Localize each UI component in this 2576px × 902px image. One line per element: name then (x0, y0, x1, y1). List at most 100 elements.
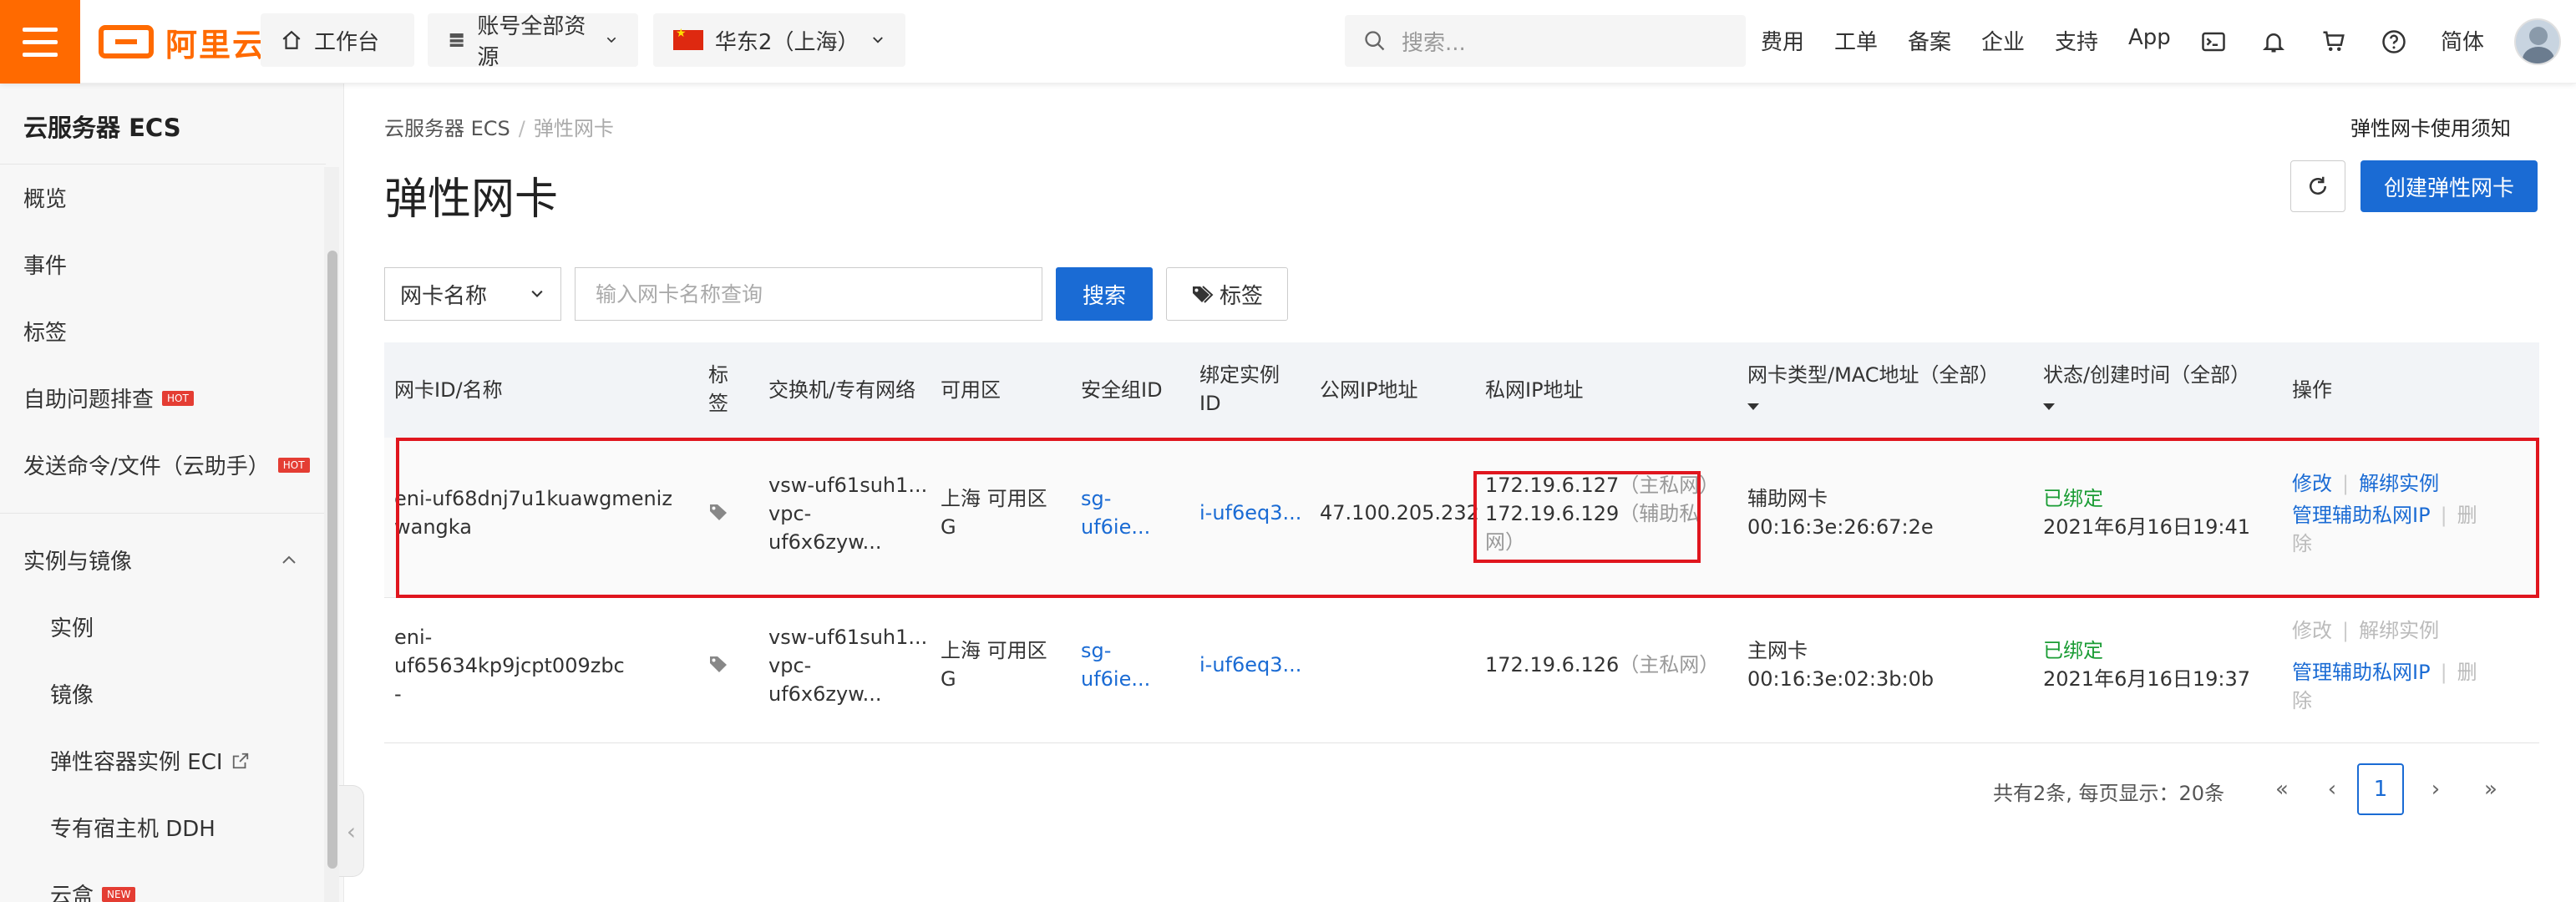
first-page-icon[interactable]: « (2259, 763, 2305, 815)
sidebar-item-events[interactable]: 事件 (23, 249, 67, 280)
page-number-current[interactable]: 1 (2357, 763, 2404, 815)
manage-secondary-ip-action[interactable]: 管理辅助私网IP (2292, 661, 2431, 684)
aliyun-logo[interactable]: 阿里云 (99, 18, 266, 65)
tag-icon[interactable] (708, 653, 728, 682)
next-page-icon[interactable]: › (2412, 763, 2459, 815)
page-title: 弹性网卡 (384, 175, 559, 225)
create-eni-button[interactable]: 创建弹性网卡 (2360, 160, 2538, 212)
status-badge: 已绑定 (2043, 639, 2103, 662)
refresh-button[interactable] (2290, 160, 2345, 212)
vpc-id: vpc- (768, 654, 812, 677)
eni-usage-notice-link[interactable]: 弹性网卡使用须知 (2350, 112, 2511, 141)
sidebar-item-ddh[interactable]: 专有宿主机 DDH (50, 812, 216, 843)
caret-down-icon (1747, 403, 1759, 410)
sidebar-divider (0, 513, 326, 514)
filter-field-select[interactable]: 网卡名称 (384, 267, 561, 321)
tag-filter-button[interactable]: 标签 (1166, 267, 1288, 321)
sidebar-item-label: 云盒 (50, 884, 94, 902)
language-switch[interactable]: 简体 (2441, 25, 2484, 56)
sidebar-item-tags[interactable]: 标签 (23, 316, 67, 347)
breadcrumb: 云服务器 ECS / 弹性网卡 (384, 112, 614, 141)
nav-link-support[interactable]: 支持 (2055, 25, 2098, 56)
resources-label: 账号全部资源 (477, 14, 586, 70)
global-search[interactable]: 搜索... (1345, 15, 1746, 67)
eni-name: - (394, 682, 402, 706)
aliyun-logo-icon (99, 25, 154, 58)
sidebar-item-label: 概览 (23, 187, 68, 212)
sidebar-item-label: 专有宿主机 DDH (50, 817, 216, 842)
workbench-label: 工作台 (314, 29, 380, 55)
sidebar-item-cloud-assistant[interactable]: 发送命令/文件（云助手） HOT (23, 449, 310, 480)
sg-id: sg- (1081, 639, 1112, 662)
nav-link-billing[interactable]: 费用 (1761, 25, 1804, 56)
mac-address: 00:16:3e:02:3b:0b (1747, 667, 1935, 691)
chevron-down-icon (873, 37, 883, 43)
breadcrumb-root[interactable]: 云服务器 ECS (384, 117, 510, 140)
column-header-sg: 安全组ID (1081, 378, 1163, 402)
eni-name-search-input[interactable] (575, 267, 1042, 321)
eni-id-cont: uf65634kp9jcpt009zbc (394, 654, 625, 677)
zone-cell: 上海 可用区 G (941, 636, 1047, 693)
help-icon[interactable] (2377, 25, 2411, 58)
security-group-link[interactable]: sg- uf6ie... (1081, 636, 1150, 693)
delete-action-cont: 除 (2292, 689, 2312, 712)
sidebar-scrollbar-thumb[interactable] (327, 251, 337, 869)
china-flag-icon (673, 27, 703, 50)
sidebar-collapse-handle[interactable]: ‹ (339, 785, 364, 877)
eni-type-cell: 主网卡 00:16:3e:02:3b:0b (1747, 636, 1934, 693)
column-header-id: 网卡ID/名称 (394, 378, 503, 402)
sidebar-item-eci[interactable]: 弹性容器实例 ECI (50, 745, 250, 776)
nav-link-app[interactable]: App (2128, 25, 2171, 50)
column-header-public-ip: 公网IP地址 (1320, 378, 1418, 402)
filter-field-label: 网卡名称 (400, 283, 488, 309)
sidebar-divider (0, 164, 326, 165)
table-header: 网卡ID/名称 标签 交换机/专有网络 可用区 安全组ID 绑定实例ID 公网I… (384, 342, 2539, 438)
sidebar-item-label: 弹性容器实例 ECI (50, 750, 223, 775)
zone-name-cont: G (941, 667, 956, 691)
chevron-down-icon (531, 290, 543, 297)
terminal-icon[interactable] (2197, 25, 2230, 58)
column-header-zone: 可用区 (941, 378, 1001, 402)
hamburger-menu-icon[interactable] (0, 0, 80, 84)
user-avatar[interactable] (2514, 18, 2561, 65)
table-row: eni- uf65634kp9jcpt009zbc - vsw-uf61suh1… (384, 598, 2539, 743)
bell-icon[interactable] (2257, 25, 2290, 58)
private-ip-primary-note: （主私网） (1619, 653, 1720, 676)
sidebar-item-overview[interactable]: 概览 (23, 182, 67, 213)
sidebar-item-troubleshoot[interactable]: 自助问题排查 HOT (23, 383, 194, 413)
last-page-icon[interactable]: » (2467, 763, 2514, 815)
sg-id-cont: uf6ie... (1081, 667, 1151, 691)
tag-filter-label: 标签 (1219, 283, 1263, 309)
nav-link-enterprise[interactable]: 企业 (1981, 25, 2025, 56)
private-ip-primary: 172.19.6.126 (1485, 653, 1620, 676)
region-dropdown[interactable]: 华东2（上海） (653, 13, 905, 67)
workbench-button[interactable]: 工作台 (261, 13, 414, 67)
prev-page-icon[interactable]: ‹ (2309, 763, 2355, 815)
highlight-box-private-ip (1473, 471, 1701, 563)
sidebar-group-instances-images[interactable]: 实例与镜像 (23, 545, 299, 575)
column-header-instance: 绑定实例ID (1199, 363, 1280, 415)
breadcrumb-separator: / (518, 117, 525, 140)
sidebar: 云服务器 ECS 概览 事件 标签 自助问题排查 HOT 发送命令/文件（云助手… (0, 84, 344, 902)
column-header-status-label: 状态/创建时间（全部） (2043, 363, 2251, 387)
highlight-box-row (396, 438, 2539, 598)
resources-dropdown[interactable]: 账号全部资源 (428, 13, 638, 70)
delete-action: 删 (2457, 661, 2477, 684)
search-placeholder: 搜索... (1402, 30, 1466, 56)
sidebar-item-images[interactable]: 镜像 (50, 678, 94, 709)
cart-icon[interactable] (2317, 25, 2350, 58)
instance-link[interactable]: i-uf6eq3... (1199, 651, 1301, 679)
nav-link-tickets[interactable]: 工单 (1834, 25, 1878, 56)
sidebar-item-cloudbox[interactable]: 云盒 NEW (50, 879, 136, 902)
sidebar-item-instances[interactable]: 实例 (50, 611, 94, 642)
top-navigation-bar: 阿里云 工作台 账号全部资源 华东2（上海） 搜索... 费用 工单 备案 企业… (0, 0, 2576, 84)
search-button[interactable]: 搜索 (1056, 267, 1153, 321)
sidebar-title: 云服务器 ECS (23, 114, 181, 142)
column-header-status[interactable]: 状态/创建时间（全部） (2043, 361, 2250, 418)
column-header-type-mac[interactable]: 网卡类型/MAC地址（全部） (1747, 361, 2000, 418)
unbind-instance-action: 解绑实例 (2359, 619, 2440, 642)
brand-name: 阿里云 (165, 26, 266, 63)
nav-link-icp[interactable]: 备案 (1908, 25, 1951, 56)
search-icon (1365, 31, 1385, 51)
sidebar-item-label: 发送命令/文件（云助手） (23, 454, 270, 479)
